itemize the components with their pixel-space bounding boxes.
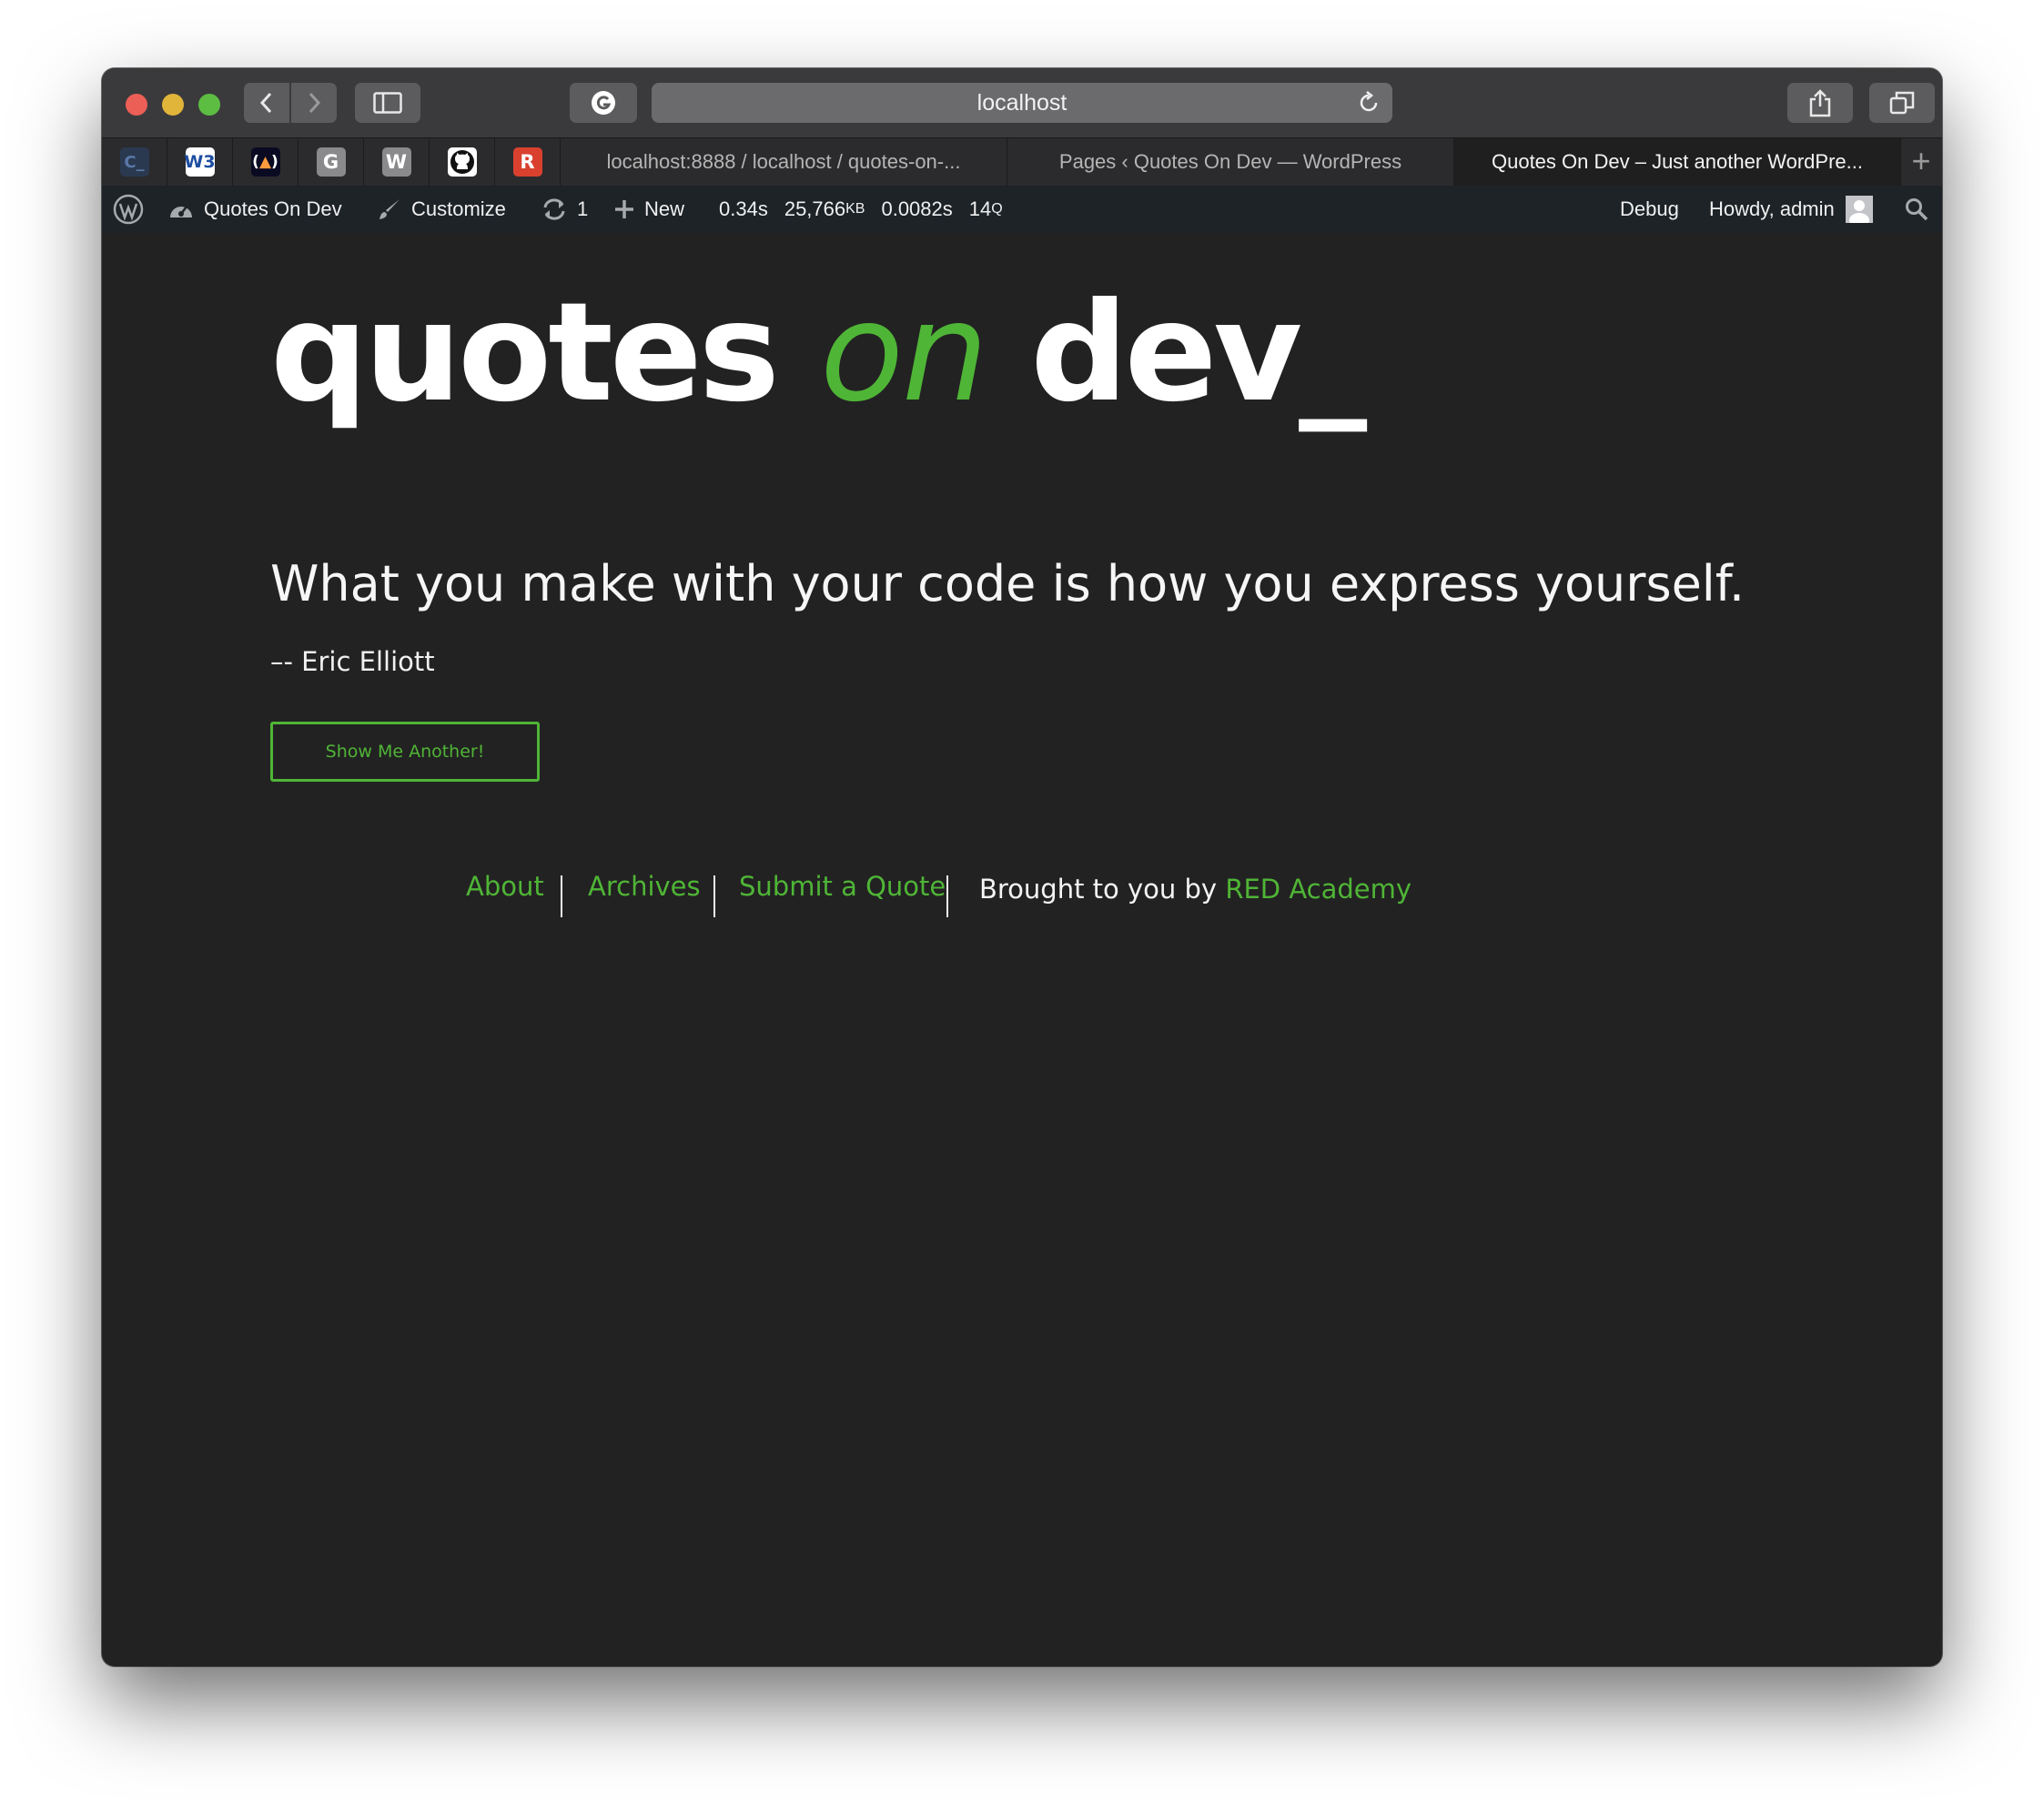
chevron-right-icon bbox=[309, 92, 321, 114]
footer-credit: Brought to you by RED Academy bbox=[979, 874, 1412, 905]
pinned-tab-red-academy[interactable]: R bbox=[495, 138, 561, 186]
google-icon: G bbox=[316, 147, 346, 177]
update-arrows-icon bbox=[543, 198, 565, 220]
tab-wp-pages[interactable]: Pages ‹ Quotes On Dev — WordPress bbox=[1007, 138, 1454, 186]
howdy-label: Howdy, admin bbox=[1709, 197, 1835, 220]
stat-queries-unit: Q bbox=[991, 201, 1003, 217]
wordpress-w-icon: W bbox=[381, 147, 411, 177]
tab-bar: C_ W3 (▲) G W R localhost:8888 / localho… bbox=[102, 137, 1942, 187]
tabs-overview-icon bbox=[1889, 91, 1915, 115]
footer-divider bbox=[946, 875, 948, 917]
avatar bbox=[1845, 196, 1873, 223]
tab-overview-button[interactable] bbox=[1869, 83, 1935, 123]
updates-count: 1 bbox=[577, 197, 589, 220]
freecodecamp-icon: (▲) bbox=[250, 147, 280, 177]
address-bar[interactable]: localhost bbox=[652, 83, 1392, 123]
github-icon bbox=[447, 147, 477, 177]
sidebar-icon bbox=[373, 92, 402, 114]
show-me-another-button[interactable]: Show Me Another! bbox=[270, 722, 540, 782]
close-window-button[interactable] bbox=[126, 94, 147, 116]
new-tab-button[interactable]: + bbox=[1900, 138, 1942, 186]
grammarly-icon bbox=[592, 91, 615, 115]
debug-menu[interactable]: Debug bbox=[1620, 186, 1679, 233]
stat-queries: 14 bbox=[968, 197, 992, 220]
zoom-window-button[interactable] bbox=[198, 94, 220, 116]
paintbrush-icon bbox=[379, 199, 400, 219]
minimize-window-button[interactable] bbox=[162, 94, 184, 116]
customize-link[interactable]: Customize bbox=[377, 186, 506, 233]
updates-link[interactable]: 1 bbox=[541, 186, 588, 233]
pinned-tab-w3schools[interactable]: W3 bbox=[167, 138, 233, 186]
site-title-on: on bbox=[820, 274, 988, 432]
tab-phpmyadmin[interactable]: localhost:8888 / localhost / quotes-on-.… bbox=[561, 138, 1007, 186]
pinned-tab-freecodecamp[interactable]: (▲) bbox=[233, 138, 299, 186]
stat-query-time: 0.0082s bbox=[881, 197, 953, 220]
stat-memory-unit: KB bbox=[845, 201, 865, 217]
search-icon bbox=[1906, 198, 1928, 221]
customize-label: Customize bbox=[411, 197, 506, 220]
back-button[interactable] bbox=[244, 83, 289, 123]
site-title-quotes: quotes bbox=[270, 274, 780, 432]
footer-divider bbox=[561, 875, 562, 917]
address-text: localhost bbox=[976, 90, 1068, 116]
plus-icon bbox=[615, 200, 633, 218]
tab-quotes-on-dev[interactable]: Quotes On Dev – Just another WordPre... bbox=[1454, 138, 1901, 186]
site-title-dev: dev_ bbox=[1030, 274, 1367, 432]
chevron-left-icon bbox=[259, 92, 272, 114]
quote-text: What you make with your code is how you … bbox=[270, 555, 1745, 612]
red-academy-link[interactable]: RED Academy bbox=[1225, 874, 1412, 905]
red-academy-icon: R bbox=[512, 147, 542, 177]
site-name-menu[interactable]: Quotes On Dev bbox=[167, 186, 342, 233]
pinned-tab-wordpress[interactable]: W bbox=[364, 138, 430, 186]
dashboard-icon bbox=[170, 206, 192, 217]
footer-link-submit-quote[interactable]: Submit a Quote bbox=[739, 871, 946, 902]
wp-admin-bar: Quotes On Dev Customize 1 New 0.34s 25,7… bbox=[102, 186, 1942, 233]
sidebar-toggle-button[interactable] bbox=[355, 83, 420, 123]
share-button[interactable] bbox=[1787, 83, 1853, 123]
site-name-label: Quotes On Dev bbox=[204, 197, 342, 220]
forward-button[interactable] bbox=[291, 83, 337, 123]
tab-label: localhost:8888 / localhost / quotes-on-.… bbox=[606, 150, 961, 173]
codepen-icon: C_ bbox=[119, 147, 149, 177]
stat-time: 0.34s bbox=[719, 197, 768, 220]
tab-label: Quotes On Dev – Just another WordPre... bbox=[1491, 150, 1863, 173]
share-icon bbox=[1809, 89, 1831, 117]
footer-link-about[interactable]: About bbox=[466, 871, 544, 902]
reload-icon[interactable] bbox=[1356, 90, 1381, 116]
query-monitor-stats[interactable]: 0.34s 25,766 KB 0.0082s 14 Q bbox=[719, 186, 1003, 233]
footer-divider bbox=[713, 875, 715, 917]
browser-toolbar: localhost bbox=[102, 68, 1942, 137]
debug-label: Debug bbox=[1620, 197, 1679, 220]
tab-label: Pages ‹ Quotes On Dev — WordPress bbox=[1058, 150, 1402, 173]
my-account-menu[interactable]: Howdy, admin bbox=[1709, 186, 1873, 233]
pinned-tab-github[interactable] bbox=[430, 138, 495, 186]
site-title[interactable]: quotes on dev_ bbox=[270, 285, 1367, 421]
footer-link-archives[interactable]: Archives bbox=[588, 871, 701, 902]
grammarly-extension-button[interactable] bbox=[570, 83, 637, 123]
new-label: New bbox=[644, 197, 685, 220]
wordpress-logo-icon bbox=[113, 194, 144, 225]
footer-credit-text: Brought to you by bbox=[979, 874, 1218, 905]
w3schools-icon: W3 bbox=[184, 147, 216, 177]
pinned-tab-google[interactable]: G bbox=[299, 138, 364, 186]
wp-logo-menu[interactable] bbox=[113, 186, 153, 233]
new-content-menu[interactable]: New bbox=[613, 186, 684, 233]
admin-search[interactable] bbox=[1904, 186, 1938, 233]
pinned-tab-codepen[interactable]: C_ bbox=[102, 138, 167, 186]
browser-window: localhost C_ W3 (▲) G W R localhost:8888… bbox=[102, 68, 1942, 1666]
stat-memory: 25,766 bbox=[784, 197, 846, 220]
quote-author: –- Eric Elliott bbox=[270, 646, 435, 677]
